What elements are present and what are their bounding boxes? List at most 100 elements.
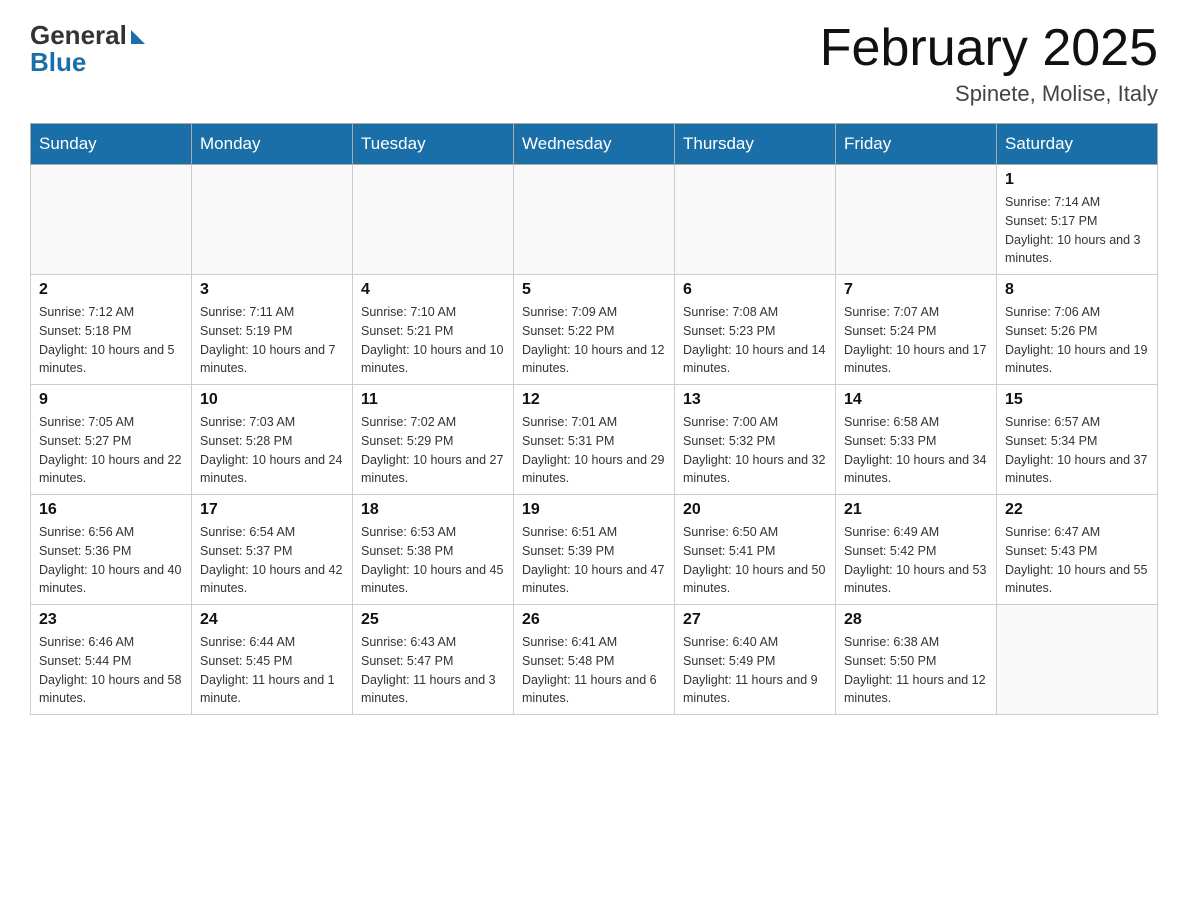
day-number: 1 — [1005, 171, 1149, 189]
calendar-cell: 4 Sunrise: 7:10 AMSunset: 5:21 PMDaylight… — [353, 275, 514, 385]
day-info: Sunrise: 7:08 AMSunset: 5:23 PMDaylight:… — [683, 303, 827, 378]
calendar-cell: 12 Sunrise: 7:01 AMSunset: 5:31 PMDayligh… — [514, 385, 675, 495]
calendar-header-row: SundayMondayTuesdayWednesdayThursdayFrid… — [31, 124, 1158, 165]
day-number: 12 — [522, 391, 666, 409]
calendar-cell: 16Sunrise: 6:56 AMSunset: 5:36 PMDayligh… — [31, 495, 192, 605]
day-number: 24 — [200, 611, 344, 629]
page-header: General Blue February 2025 Spinete, Moli… — [30, 20, 1158, 107]
day-info: Sunrise: 6:58 AMSunset: 5:33 PMDaylight:… — [844, 413, 988, 488]
day-info: Sunrise: 6:46 AMSunset: 5:44 PMDaylight:… — [39, 633, 183, 708]
day-info: Sunrise: 6:44 AMSunset: 5:45 PMDaylight:… — [200, 633, 344, 708]
calendar-table: SundayMondayTuesdayWednesdayThursdayFrid… — [30, 123, 1158, 715]
day-number: 7 — [844, 281, 988, 299]
week-row: 9 Sunrise: 7:05 AMSunset: 5:27 PMDaylight… — [31, 385, 1158, 495]
day-info: Sunrise: 6:43 AMSunset: 5:47 PMDaylight:… — [361, 633, 505, 708]
logo-triangle-icon — [131, 30, 145, 44]
day-number: 17 — [200, 501, 344, 519]
calendar-cell: 6 Sunrise: 7:08 AMSunset: 5:23 PMDaylight… — [675, 275, 836, 385]
day-number: 14 — [844, 391, 988, 409]
day-number: 23 — [39, 611, 183, 629]
day-number: 11 — [361, 391, 505, 409]
calendar-cell: 15 Sunrise: 6:57 AMSunset: 5:34 PMDayligh… — [997, 385, 1158, 495]
calendar-cell: 14 Sunrise: 6:58 AMSunset: 5:33 PMDayligh… — [836, 385, 997, 495]
day-number: 5 — [522, 281, 666, 299]
calendar-cell — [514, 165, 675, 275]
week-row: 2Sunrise: 7:12 AMSunset: 5:18 PMDaylight… — [31, 275, 1158, 385]
day-number: 15 — [1005, 391, 1149, 409]
day-info: Sunrise: 7:03 AMSunset: 5:28 PMDaylight:… — [200, 413, 344, 488]
day-number: 28 — [844, 611, 988, 629]
day-info: Sunrise: 7:14 AMSunset: 5:17 PMDaylight:… — [1005, 193, 1149, 268]
day-of-week-header: Wednesday — [514, 124, 675, 165]
calendar-cell — [192, 165, 353, 275]
calendar-cell: 7 Sunrise: 7:07 AMSunset: 5:24 PMDaylight… — [836, 275, 997, 385]
day-info: Sunrise: 7:07 AMSunset: 5:24 PMDaylight:… — [844, 303, 988, 378]
calendar-cell: 24 Sunrise: 6:44 AMSunset: 5:45 PMDayligh… — [192, 605, 353, 715]
day-info: Sunrise: 6:41 AMSunset: 5:48 PMDaylight:… — [522, 633, 666, 708]
day-info: Sunrise: 6:51 AMSunset: 5:39 PMDaylight:… — [522, 523, 666, 598]
day-info: Sunrise: 7:01 AMSunset: 5:31 PMDaylight:… — [522, 413, 666, 488]
calendar-cell: 20Sunrise: 6:50 AMSunset: 5:41 PMDayligh… — [675, 495, 836, 605]
day-info: Sunrise: 7:05 AMSunset: 5:27 PMDaylight:… — [39, 413, 183, 488]
day-info: Sunrise: 6:40 AMSunset: 5:49 PMDaylight:… — [683, 633, 827, 708]
day-of-week-header: Tuesday — [353, 124, 514, 165]
day-of-week-header: Saturday — [997, 124, 1158, 165]
calendar-cell: 9 Sunrise: 7:05 AMSunset: 5:27 PMDaylight… — [31, 385, 192, 495]
calendar-cell: 26 Sunrise: 6:41 AMSunset: 5:48 PMDayligh… — [514, 605, 675, 715]
day-info: Sunrise: 7:02 AMSunset: 5:29 PMDaylight:… — [361, 413, 505, 488]
day-number: 13 — [683, 391, 827, 409]
day-number: 18 — [361, 501, 505, 519]
week-row: 1 Sunrise: 7:14 AMSunset: 5:17 PMDaylight… — [31, 165, 1158, 275]
day-number: 8 — [1005, 281, 1149, 299]
week-row: 16Sunrise: 6:56 AMSunset: 5:36 PMDayligh… — [31, 495, 1158, 605]
logo-blue-text: Blue — [30, 47, 86, 78]
day-info: Sunrise: 6:49 AMSunset: 5:42 PMDaylight:… — [844, 523, 988, 598]
day-number: 22 — [1005, 501, 1149, 519]
day-info: Sunrise: 6:57 AMSunset: 5:34 PMDaylight:… — [1005, 413, 1149, 488]
day-number: 3 — [200, 281, 344, 299]
calendar-cell: 23 Sunrise: 6:46 AMSunset: 5:44 PMDayligh… — [31, 605, 192, 715]
calendar-cell — [31, 165, 192, 275]
day-number: 26 — [522, 611, 666, 629]
calendar-cell: 19 Sunrise: 6:51 AMSunset: 5:39 PMDayligh… — [514, 495, 675, 605]
logo: General Blue — [30, 20, 145, 78]
day-number: 9 — [39, 391, 183, 409]
calendar-cell: 11 Sunrise: 7:02 AMSunset: 5:29 PMDayligh… — [353, 385, 514, 495]
calendar-cell — [836, 165, 997, 275]
calendar-cell: 17 Sunrise: 6:54 AMSunset: 5:37 PMDayligh… — [192, 495, 353, 605]
calendar-cell: 18 Sunrise: 6:53 AMSunset: 5:38 PMDayligh… — [353, 495, 514, 605]
month-title: February 2025 — [820, 20, 1158, 77]
day-of-week-header: Monday — [192, 124, 353, 165]
day-number: 27 — [683, 611, 827, 629]
calendar-cell: 25 Sunrise: 6:43 AMSunset: 5:47 PMDayligh… — [353, 605, 514, 715]
calendar-cell: 28 Sunrise: 6:38 AMSunset: 5:50 PMDayligh… — [836, 605, 997, 715]
calendar-cell: 2Sunrise: 7:12 AMSunset: 5:18 PMDaylight… — [31, 275, 192, 385]
calendar-cell — [675, 165, 836, 275]
calendar-cell: 10Sunrise: 7:03 AMSunset: 5:28 PMDayligh… — [192, 385, 353, 495]
day-of-week-header: Thursday — [675, 124, 836, 165]
calendar-cell — [353, 165, 514, 275]
calendar-cell: 22 Sunrise: 6:47 AMSunset: 5:43 PMDayligh… — [997, 495, 1158, 605]
calendar-cell: 3 Sunrise: 7:11 AMSunset: 5:19 PMDaylight… — [192, 275, 353, 385]
day-number: 21 — [844, 501, 988, 519]
day-of-week-header: Friday — [836, 124, 997, 165]
day-number: 6 — [683, 281, 827, 299]
day-number: 4 — [361, 281, 505, 299]
calendar-cell: 5 Sunrise: 7:09 AMSunset: 5:22 PMDaylight… — [514, 275, 675, 385]
calendar-cell: 27 Sunrise: 6:40 AMSunset: 5:49 PMDayligh… — [675, 605, 836, 715]
day-number: 25 — [361, 611, 505, 629]
day-info: Sunrise: 6:54 AMSunset: 5:37 PMDaylight:… — [200, 523, 344, 598]
day-info: Sunrise: 6:38 AMSunset: 5:50 PMDaylight:… — [844, 633, 988, 708]
day-info: Sunrise: 7:10 AMSunset: 5:21 PMDaylight:… — [361, 303, 505, 378]
calendar-cell: 1 Sunrise: 7:14 AMSunset: 5:17 PMDaylight… — [997, 165, 1158, 275]
calendar-cell: 13 Sunrise: 7:00 AMSunset: 5:32 PMDayligh… — [675, 385, 836, 495]
day-info: Sunrise: 6:53 AMSunset: 5:38 PMDaylight:… — [361, 523, 505, 598]
day-info: Sunrise: 6:50 AMSunset: 5:41 PMDaylight:… — [683, 523, 827, 598]
day-number: 19 — [522, 501, 666, 519]
day-number: 16 — [39, 501, 183, 519]
day-info: Sunrise: 7:09 AMSunset: 5:22 PMDaylight:… — [522, 303, 666, 378]
day-info: Sunrise: 7:00 AMSunset: 5:32 PMDaylight:… — [683, 413, 827, 488]
day-info: Sunrise: 7:11 AMSunset: 5:19 PMDaylight:… — [200, 303, 344, 378]
day-info: Sunrise: 7:12 AMSunset: 5:18 PMDaylight:… — [39, 303, 183, 378]
day-info: Sunrise: 6:47 AMSunset: 5:43 PMDaylight:… — [1005, 523, 1149, 598]
